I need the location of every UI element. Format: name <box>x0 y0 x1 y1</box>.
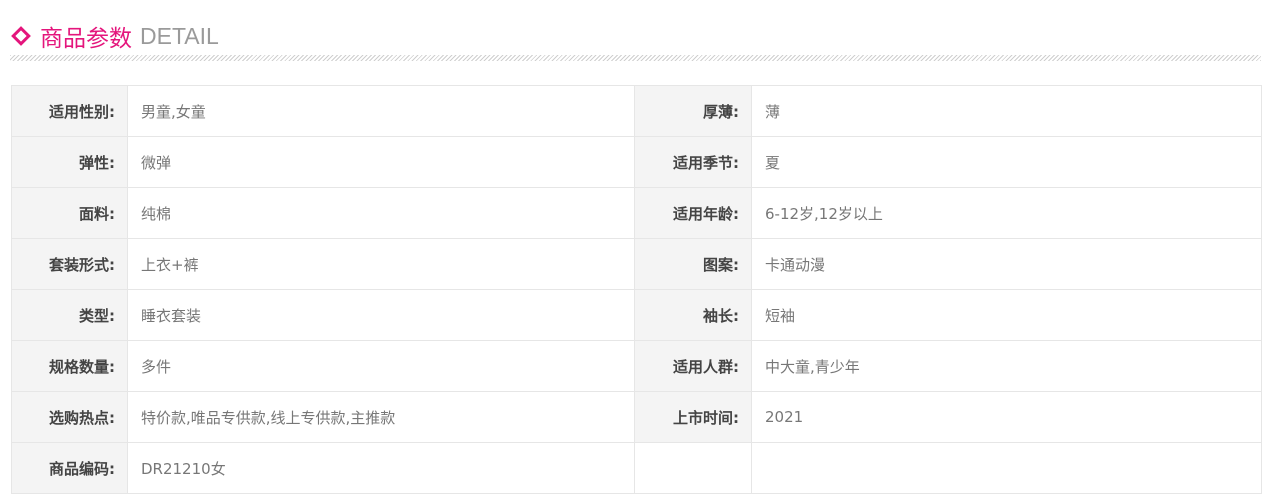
param-value: 6-12岁,12岁以上 <box>752 188 1262 239</box>
table-row: 适用性别: 男童,女童 厚薄: 薄 <box>12 86 1262 137</box>
param-value: 短袖 <box>752 290 1262 341</box>
param-value: 夏 <box>752 137 1262 188</box>
param-label: 弹性: <box>12 137 128 188</box>
param-label-empty <box>635 443 752 494</box>
param-label: 适用人群: <box>635 341 752 392</box>
param-value: 纯棉 <box>128 188 635 239</box>
table-row: 面料: 纯棉 适用年龄: 6-12岁,12岁以上 <box>12 188 1262 239</box>
table-row: 弹性: 微弹 适用季节: 夏 <box>12 137 1262 188</box>
param-label: 图案: <box>635 239 752 290</box>
param-value: 中大童,青少年 <box>752 341 1262 392</box>
table-row: 商品编码: DR21210女 <box>12 443 1262 494</box>
param-label: 规格数量: <box>12 341 128 392</box>
header-divider <box>10 55 1261 61</box>
table-row: 规格数量: 多件 适用人群: 中大童,青少年 <box>12 341 1262 392</box>
section-subtitle: DETAIL <box>140 22 219 49</box>
section-title: 商品参数 <box>40 26 132 52</box>
table-row: 选购热点: 特价款,唯品专供款,线上专供款,主推款 上市时间: 2021 <box>12 392 1262 443</box>
param-value: 上衣+裤 <box>128 239 635 290</box>
param-label: 适用年龄: <box>635 188 752 239</box>
param-value: 微弹 <box>128 137 635 188</box>
param-label: 商品编码: <box>12 443 128 494</box>
table-row: 套装形式: 上衣+裤 图案: 卡通动漫 <box>12 239 1262 290</box>
param-value-empty <box>752 443 1262 494</box>
param-label: 选购热点: <box>12 392 128 443</box>
param-label: 袖长: <box>635 290 752 341</box>
param-value: 特价款,唯品专供款,线上专供款,主推款 <box>128 392 635 443</box>
param-label: 类型: <box>12 290 128 341</box>
param-label: 上市时间: <box>635 392 752 443</box>
param-label: 套装形式: <box>12 239 128 290</box>
param-value: 睡衣套装 <box>128 290 635 341</box>
param-label: 适用性别: <box>12 86 128 137</box>
param-value: 男童,女童 <box>128 86 635 137</box>
param-value: 2021 <box>752 392 1262 443</box>
param-value: 薄 <box>752 86 1262 137</box>
param-value: 卡通动漫 <box>752 239 1262 290</box>
param-label: 面料: <box>12 188 128 239</box>
param-label: 厚薄: <box>635 86 752 137</box>
params-table: 适用性别: 男童,女童 厚薄: 薄 弹性: 微弹 适用季节: 夏 面料: 纯棉 … <box>11 85 1262 494</box>
section-header: 商品参数 DETAIL <box>10 18 219 54</box>
param-value: 多件 <box>128 341 635 392</box>
param-value: DR21210女 <box>128 443 635 494</box>
table-row: 类型: 睡衣套装 袖长: 短袖 <box>12 290 1262 341</box>
diamond-icon <box>11 26 31 46</box>
param-label: 适用季节: <box>635 137 752 188</box>
